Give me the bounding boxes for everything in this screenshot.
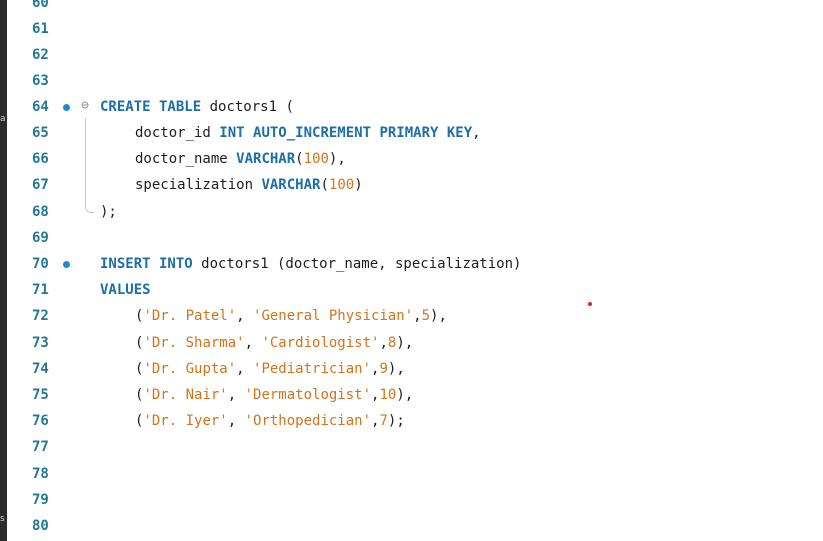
code-line[interactable]: 75 ('Dr. Nair', 'Dermatologist',10),	[7, 382, 823, 408]
code-text: VALUES	[100, 282, 151, 298]
red-marker-dot	[588, 302, 592, 306]
left-panel-edge: a s	[0, 0, 7, 541]
line-number: 66	[32, 151, 49, 167]
code-text: ('Dr. Sharma', 'Cardiologist',8),	[135, 335, 414, 351]
edge-glyph-top: a	[0, 114, 6, 124]
line-number: 78	[32, 466, 49, 482]
code-line[interactable]: 64 ⊖ CREATE TABLE doctors1 (	[7, 94, 823, 120]
line-number: 64	[32, 99, 49, 115]
code-line[interactable]: 80	[7, 513, 823, 539]
code-line[interactable]: 62	[7, 42, 823, 68]
breakpoint-dot[interactable]	[63, 104, 70, 111]
line-number: 63	[32, 73, 49, 89]
line-number: 80	[32, 518, 49, 534]
code-text: ('Dr. Gupta', 'Pediatrician',9),	[135, 361, 405, 377]
code-line[interactable]: 65 doctor_id INT AUTO_INCREMENT PRIMARY …	[7, 120, 823, 146]
edge-glyph-bottom: s	[0, 514, 5, 524]
code-line[interactable]: 70 INSERT INTO doctors1 (doctor_name, sp…	[7, 251, 823, 277]
line-number: 62	[32, 47, 49, 63]
code-text: CREATE TABLE doctors1 (	[100, 99, 294, 115]
code-line[interactable]: 79	[7, 487, 823, 513]
code-text: );	[100, 204, 117, 220]
code-line[interactable]: 69	[7, 225, 823, 251]
fold-collapse-icon[interactable]: ⊖	[78, 99, 92, 113]
code-line[interactable]: 71 VALUES	[7, 277, 823, 303]
code-text: ('Dr. Nair', 'Dermatologist',10),	[135, 387, 414, 403]
code-line[interactable]: 66 doctor_name VARCHAR(100),	[7, 146, 823, 172]
line-number: 76	[32, 413, 49, 429]
line-number: 79	[32, 492, 49, 508]
line-number: 77	[32, 439, 49, 455]
line-number: 73	[32, 335, 49, 351]
code-line[interactable]: 72 ('Dr. Patel', 'General Physician',5),	[7, 303, 823, 329]
code-line[interactable]: 74 ('Dr. Gupta', 'Pediatrician',9),	[7, 356, 823, 382]
code-line[interactable]: 68 );	[7, 199, 823, 225]
line-number: 74	[32, 361, 49, 377]
code-line[interactable]: 67 specialization VARCHAR(100)	[7, 172, 823, 198]
line-number: 75	[32, 387, 49, 403]
line-number: 70	[32, 256, 49, 272]
code-text: ('Dr. Patel', 'General Physician',5),	[135, 308, 447, 324]
line-number: 68	[32, 204, 49, 220]
line-number: 72	[32, 308, 49, 324]
code-line[interactable]: 63	[7, 68, 823, 94]
code-line[interactable]: 60	[7, 0, 823, 16]
code-line[interactable]: 73 ('Dr. Sharma', 'Cardiologist',8),	[7, 330, 823, 356]
code-text: specialization VARCHAR(100)	[135, 177, 363, 193]
code-line[interactable]: 78	[7, 461, 823, 487]
code-line[interactable]: 76 ('Dr. Iyer', 'Orthopedician',7);	[7, 408, 823, 434]
code-text: doctor_id INT AUTO_INCREMENT PRIMARY KEY…	[135, 125, 481, 141]
code-text: doctor_name VARCHAR(100),	[135, 151, 346, 167]
code-text: ('Dr. Iyer', 'Orthopedician',7);	[135, 413, 405, 429]
line-number: 71	[32, 282, 49, 298]
line-number: 69	[32, 230, 49, 246]
line-number: 61	[32, 21, 49, 37]
code-editor[interactable]: 60 61 62 63 64 ⊖ CREATE TABLE doctors1 (…	[7, 0, 823, 541]
code-text: INSERT INTO doctors1 (doctor_name, speci…	[100, 256, 522, 272]
line-number: 65	[32, 125, 49, 141]
line-number: 67	[32, 177, 49, 193]
line-number: 60	[32, 0, 49, 11]
code-line[interactable]: 77	[7, 434, 823, 460]
code-line[interactable]: 61	[7, 16, 823, 42]
breakpoint-dot[interactable]	[63, 261, 70, 268]
